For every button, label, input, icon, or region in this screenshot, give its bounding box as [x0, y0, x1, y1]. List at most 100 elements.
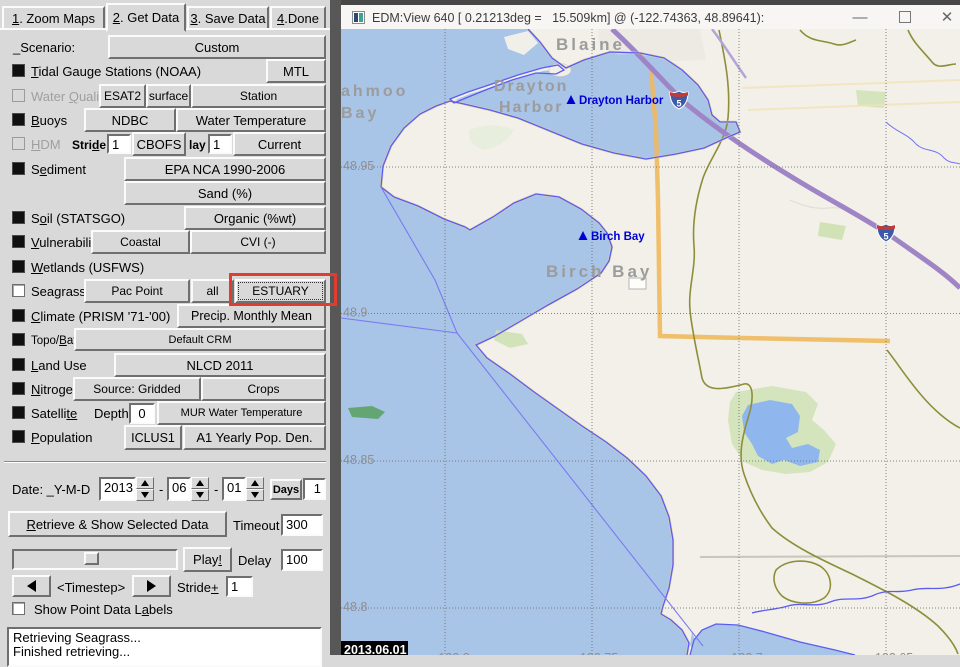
water-quality-label: Water Quality: [31, 89, 109, 104]
timestep-forward-button[interactable]: [132, 575, 171, 597]
vulnerability-display-button[interactable]: CVI (-): [190, 230, 326, 254]
birch-bay-place-label: Birch Bay: [546, 262, 652, 281]
topobath-checkbox[interactable]: [12, 333, 25, 346]
map-date-overlay: 2013.06.01: [341, 641, 408, 655]
timeout-input[interactable]: 300: [281, 514, 323, 536]
maximize-button[interactable]: [891, 7, 919, 27]
soil-checkbox[interactable]: [12, 211, 25, 224]
show-labels-label[interactable]: Show Point Data Labels: [34, 602, 173, 617]
water-quality-source-button[interactable]: ESAT2: [99, 84, 146, 108]
satellite-checkbox[interactable]: [12, 406, 25, 419]
slider-handle[interactable]: [84, 552, 99, 565]
tab-zoom-maps-label: 1. Zoom Maps: [12, 11, 95, 26]
map-canvas[interactable]: 5 5 Blaine ahmoo Bay Drayton Harbor Birc…: [341, 29, 960, 655]
population-label[interactable]: Population: [31, 430, 92, 445]
status-log: Retrieving Seagrass... Finished retrievi…: [7, 627, 322, 667]
tab-zoom-maps[interactable]: 1. Zoom Maps: [2, 6, 105, 30]
soil-label[interactable]: Soil (STATSGO): [31, 211, 125, 226]
seagrass-source-button[interactable]: Pac Point: [84, 279, 190, 303]
sediment-display-button[interactable]: Sand (%): [124, 181, 326, 205]
svg-text:5: 5: [676, 99, 681, 109]
landuse-checkbox[interactable]: [12, 358, 25, 371]
down-arrow-icon: [251, 492, 259, 498]
climate-checkbox[interactable]: [12, 309, 25, 322]
date-dash-1: -: [159, 482, 163, 497]
minimize-button[interactable]: —: [846, 7, 874, 27]
sediment-label[interactable]: Sediment: [31, 162, 86, 177]
landuse-label[interactable]: Land Use: [31, 358, 87, 373]
title-bar[interactable]: EDM:View 640 [ 0.21213deg = 15.509km] @ …: [341, 5, 960, 29]
nitrogen-checkbox[interactable]: [12, 382, 25, 395]
seagrass-filter-button[interactable]: all: [191, 279, 234, 303]
tidal-datum-button[interactable]: MTL: [266, 59, 326, 83]
control-panel: 1. Zoom Maps 2. Get Data 3. Save Data 4.…: [0, 0, 330, 655]
population-source-button[interactable]: ICLUS1: [124, 425, 182, 450]
water-quality-checkbox[interactable]: [12, 89, 25, 102]
buoys-source-button[interactable]: NDBC: [84, 108, 176, 132]
svg-text:48.9: 48.9: [343, 306, 367, 320]
date-month-input[interactable]: 06: [167, 477, 191, 501]
population-display-button[interactable]: A1 Yearly Pop. Den.: [183, 425, 326, 450]
buoys-label[interactable]: Buoys: [31, 113, 67, 128]
landuse-display-button[interactable]: NLCD 2011: [114, 353, 326, 377]
tab-save-data[interactable]: 3. Save Data: [187, 6, 269, 30]
days-input[interactable]: 1: [303, 478, 326, 500]
vulnerability-label[interactable]: Vulnerability: [31, 235, 91, 250]
sediment-source-button[interactable]: EPA NCA 1990-2006: [124, 157, 326, 181]
topobath-display-button[interactable]: Default CRM: [74, 328, 326, 351]
svg-text:48.85: 48.85: [343, 453, 374, 467]
month-down-button[interactable]: [191, 489, 209, 501]
delay-input[interactable]: 100: [281, 549, 323, 571]
date-day-input[interactable]: 01: [222, 477, 246, 501]
vulnerability-checkbox[interactable]: [12, 235, 25, 248]
satellite-depth-input[interactable]: 0: [129, 403, 155, 424]
down-arrow-icon: [196, 492, 204, 498]
wetlands-checkbox[interactable]: [12, 260, 25, 273]
wetlands-label[interactable]: Wetlands (USFWS): [31, 260, 144, 275]
year-up-button[interactable]: [136, 477, 154, 489]
sediment-checkbox[interactable]: [12, 162, 25, 175]
tidal-label[interactable]: Tidal Gauge Stations (NOAA): [31, 64, 201, 79]
satellite-label[interactable]: Satellite: [31, 406, 77, 421]
show-labels-checkbox[interactable]: [12, 602, 25, 615]
nitrogen-display-button[interactable]: Crops: [201, 377, 326, 401]
water-quality-level-button[interactable]: surface: [146, 84, 191, 108]
climate-display-button[interactable]: Precip. Monthly Mean: [177, 304, 326, 328]
timestep-back-button[interactable]: [12, 575, 51, 597]
buoys-checkbox[interactable]: [12, 113, 25, 126]
play-button[interactable]: Play!: [183, 547, 232, 572]
close-button[interactable]: ✕: [933, 7, 960, 27]
svg-text:-122.75: -122.75: [576, 651, 618, 655]
hdm-checkbox[interactable]: [12, 137, 25, 150]
stride-input[interactable]: 1: [226, 576, 253, 597]
hdm-lay-label: lay: [189, 138, 206, 153]
nitrogen-source-button[interactable]: Source: Gridded: [73, 377, 201, 401]
hdm-stride-input[interactable]: 1: [107, 134, 131, 154]
soil-display-button[interactable]: Organic (%wt): [184, 206, 326, 230]
hdm-lay-input[interactable]: 1: [208, 134, 232, 154]
status-line: Finished retrieving...: [13, 645, 316, 659]
climate-label[interactable]: Climate (PRISM '71-'00): [31, 309, 170, 324]
days-button[interactable]: Days: [270, 479, 302, 500]
date-year-input[interactable]: 2013: [99, 477, 136, 501]
population-checkbox[interactable]: [12, 430, 25, 443]
timestep-slider[interactable]: [12, 549, 178, 570]
right-arrow-icon: [147, 580, 156, 592]
month-up-button[interactable]: [191, 477, 209, 489]
buoys-display-button[interactable]: Water Temperature: [176, 108, 326, 132]
scenario-button[interactable]: Custom: [108, 35, 326, 59]
seagrass-checkbox[interactable]: [12, 284, 25, 297]
hdm-source-button[interactable]: CBOFS: [132, 132, 186, 156]
seagrass-label[interactable]: Seagrass: [31, 284, 86, 299]
tab-done[interactable]: 4.Done: [270, 6, 326, 30]
day-up-button[interactable]: [246, 477, 264, 489]
day-down-button[interactable]: [246, 489, 264, 501]
satellite-display-button[interactable]: MUR Water Temperature: [157, 401, 326, 425]
tidal-checkbox[interactable]: [12, 64, 25, 77]
year-down-button[interactable]: [136, 489, 154, 501]
tab-get-data[interactable]: 2. Get Data: [106, 3, 186, 32]
water-quality-display-button[interactable]: Station: [191, 84, 326, 108]
vulnerability-source-button[interactable]: Coastal: [91, 230, 190, 254]
hdm-display-button[interactable]: Current: [233, 132, 326, 156]
retrieve-button[interactable]: Retrieve & Show Selected Data: [8, 511, 227, 537]
